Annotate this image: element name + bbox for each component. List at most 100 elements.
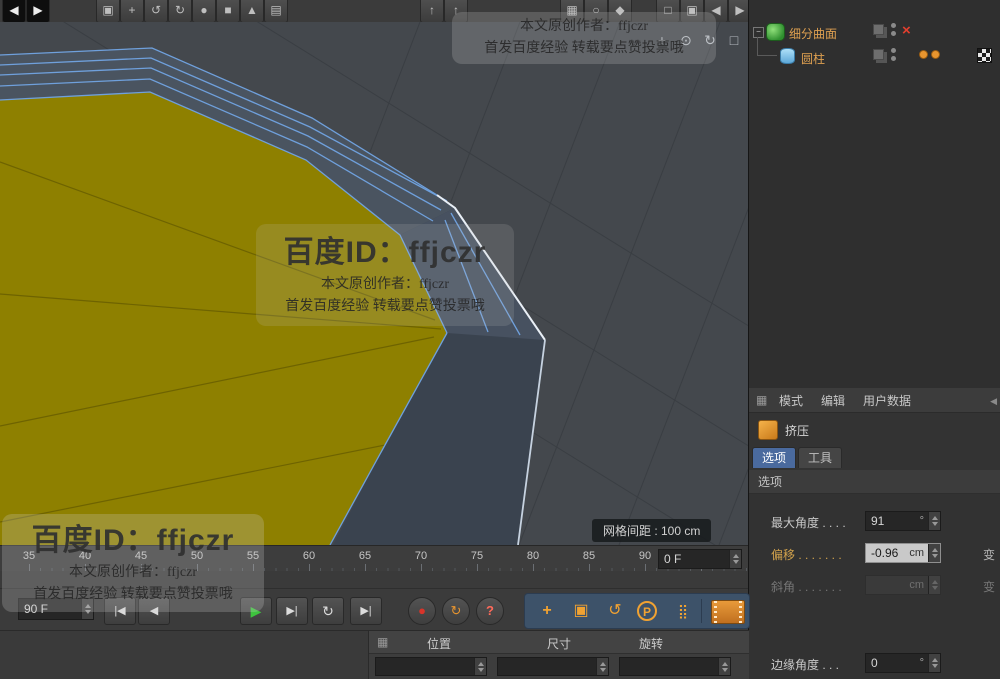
layer-toggle-icon[interactable] [873,49,884,60]
watermark-line: 首发百度经验 转载要点赞投票哦 [458,38,710,60]
movie-record-button[interactable] [711,600,745,624]
tree-branch-line [757,55,777,56]
tick-label: 65 [355,550,375,562]
coordinate-panel: ▦ 位置 尺寸 旋转 [368,630,749,679]
record-keyframe-button[interactable]: ● [408,597,436,625]
watermark-line: 本文原创作者：ffjczr [260,274,510,296]
visibility-dots-icon[interactable] [891,48,897,64]
tick-label: 75 [467,550,487,562]
divider [701,599,702,623]
extrude-label: 挤压 [785,422,809,439]
max-angle-field[interactable]: 91 ° [865,511,941,531]
spinner[interactable] [729,550,741,568]
move-tool-button[interactable]: + [120,0,144,23]
spinner[interactable] [718,658,730,675]
undo-button[interactable]: ↺ [144,0,168,23]
panel-collapse-icon[interactable]: ◀ [990,396,997,407]
rotation-header: 旋转 [621,635,681,652]
field-row-offset: 偏移 . . . . . . . -0.96 cm 变 [749,538,1000,568]
watermark-top: 本文原创作者：ffjczr 首发百度经验 转载要点赞投票哦 [452,12,716,64]
cube-primitive-button[interactable]: ■ [216,0,240,23]
tag-dot-icon[interactable] [931,50,940,59]
watermark-middle: 百度ID：ffjczr 本文原创作者：ffjczr 首发百度经验 转载要点赞投票… [256,224,514,326]
coordinate-field[interactable] [497,657,609,676]
primitive-button[interactable]: ▲ [240,0,264,23]
bottom-left-panel [0,630,368,679]
spinner[interactable] [596,658,608,675]
attribute-menu-bar: ▦ 模式 编辑 用户数据 ◀ [749,388,1000,413]
size-header: 尺寸 [529,635,589,652]
viewport-toggle-icon[interactable]: □ [724,30,744,50]
tick-label: 85 [579,550,599,562]
tree-branch-line [757,37,758,55]
position-header: 位置 [409,635,469,652]
panel-grid-icon[interactable]: ▦ [756,393,767,407]
autokey-parameter-button[interactable]: P [637,601,657,621]
cylinder-icon [780,48,795,64]
layers-button[interactable]: ▤ [264,0,288,23]
autokey-position-button[interactable]: + [533,598,561,624]
autokeying-button[interactable]: ↻ [442,597,470,625]
select-tool-button[interactable]: ▣ [96,0,120,23]
spinner[interactable] [928,654,940,672]
subdivision-surface-icon [766,23,785,41]
toolbar-button-a[interactable]: ↑ [420,0,444,23]
spinner[interactable] [474,658,486,675]
spinner[interactable] [928,512,940,530]
menu-item-user-data[interactable]: 用户数据 [863,392,911,409]
redo-button[interactable]: ↻ [168,0,192,23]
end-frame-field[interactable]: 0 F [658,549,742,569]
field-suffix: 变 [983,546,995,563]
offset-field[interactable]: -0.96 cm [865,543,941,563]
grid-spacing-label: 网格间距 : 100 cm [592,519,711,542]
object-manager[interactable]: − 细分曲面 × 圆柱 [749,0,1000,389]
field-label: 斜角 . . . . . . . [771,578,842,595]
tree-expander-icon[interactable]: − [753,27,764,38]
nav-forward-button[interactable]: ▶ [26,0,50,23]
spinner[interactable] [928,544,940,562]
watermark-line: 本文原创作者：ffjczr [4,562,262,584]
right-panel: − 细分曲面 × 圆柱 ▦ [748,0,1000,679]
nav-back-button[interactable]: ◀ [2,0,26,23]
object-label[interactable]: 圆柱 [801,50,825,67]
tab-options[interactable]: 选项 [752,447,796,468]
texture-tag-icon[interactable] [977,48,992,63]
app-window: ◀ ▶ ▣ + ↺ ↻ ● ■ ▲ ▤ ↑ ↑ ▦ ○ ◆ □ ▣ ◀ ▶ [0,0,1000,679]
edge-angle-field[interactable]: 0 ° [865,653,941,673]
section-header-options[interactable]: 选项 [749,470,1000,494]
autokey-filter-group: + ▣ ↺ P ⣿ [524,593,750,629]
render-button[interactable]: ● [192,0,216,23]
coordinate-grid-icon[interactable]: ▦ [377,635,388,649]
watermark-line: 首发百度经验 转载要点赞投票哦 [4,584,262,606]
field-label: 最大角度 . . . . [771,514,846,531]
next-frame-button[interactable]: ▶| [276,597,308,625]
object-label[interactable]: 细分曲面 [789,25,837,42]
coordinate-field[interactable] [619,657,731,676]
menu-item-edit[interactable]: 编辑 [821,392,845,409]
layer-toggle-icon[interactable] [873,24,884,35]
tick-label: 70 [411,550,431,562]
autokey-rotation-button[interactable]: ↺ [601,598,629,624]
field-row-max-angle: 最大角度 . . . . 91 ° [749,506,1000,536]
menu-item-mode[interactable]: 模式 [779,392,803,409]
field-row-edge-angle: 边缘角度 . . . 0 ° [749,648,1000,678]
record-help-button[interactable]: ? [476,597,504,625]
bevel-field: cm [865,575,941,595]
loop-playback-button[interactable]: ↻ [312,597,344,625]
visibility-dots-icon[interactable] [891,23,897,39]
tick-label: 90 [635,550,655,562]
watermark-line: 首发百度经验 转载要点赞投票哦 [260,296,510,318]
autokey-point-level-button[interactable]: ⣿ [669,598,697,624]
attribute-tabs: 选项 工具 [749,446,1000,471]
watermark-title: 百度ID：ffjczr [260,232,510,274]
toolbar-button-i[interactable]: ▶ [728,0,748,23]
tick-label: 60 [299,550,319,562]
tag-dot-icon[interactable] [919,50,928,59]
spinner [928,576,940,594]
disable-x-icon[interactable]: × [902,24,911,38]
autokey-scale-button[interactable]: ▣ [567,598,595,624]
goto-end-button[interactable]: ▶| [350,597,382,625]
coordinate-field[interactable] [375,657,487,676]
attribute-object-row[interactable]: 挤压 [749,413,1000,446]
tab-tool[interactable]: 工具 [798,447,842,468]
